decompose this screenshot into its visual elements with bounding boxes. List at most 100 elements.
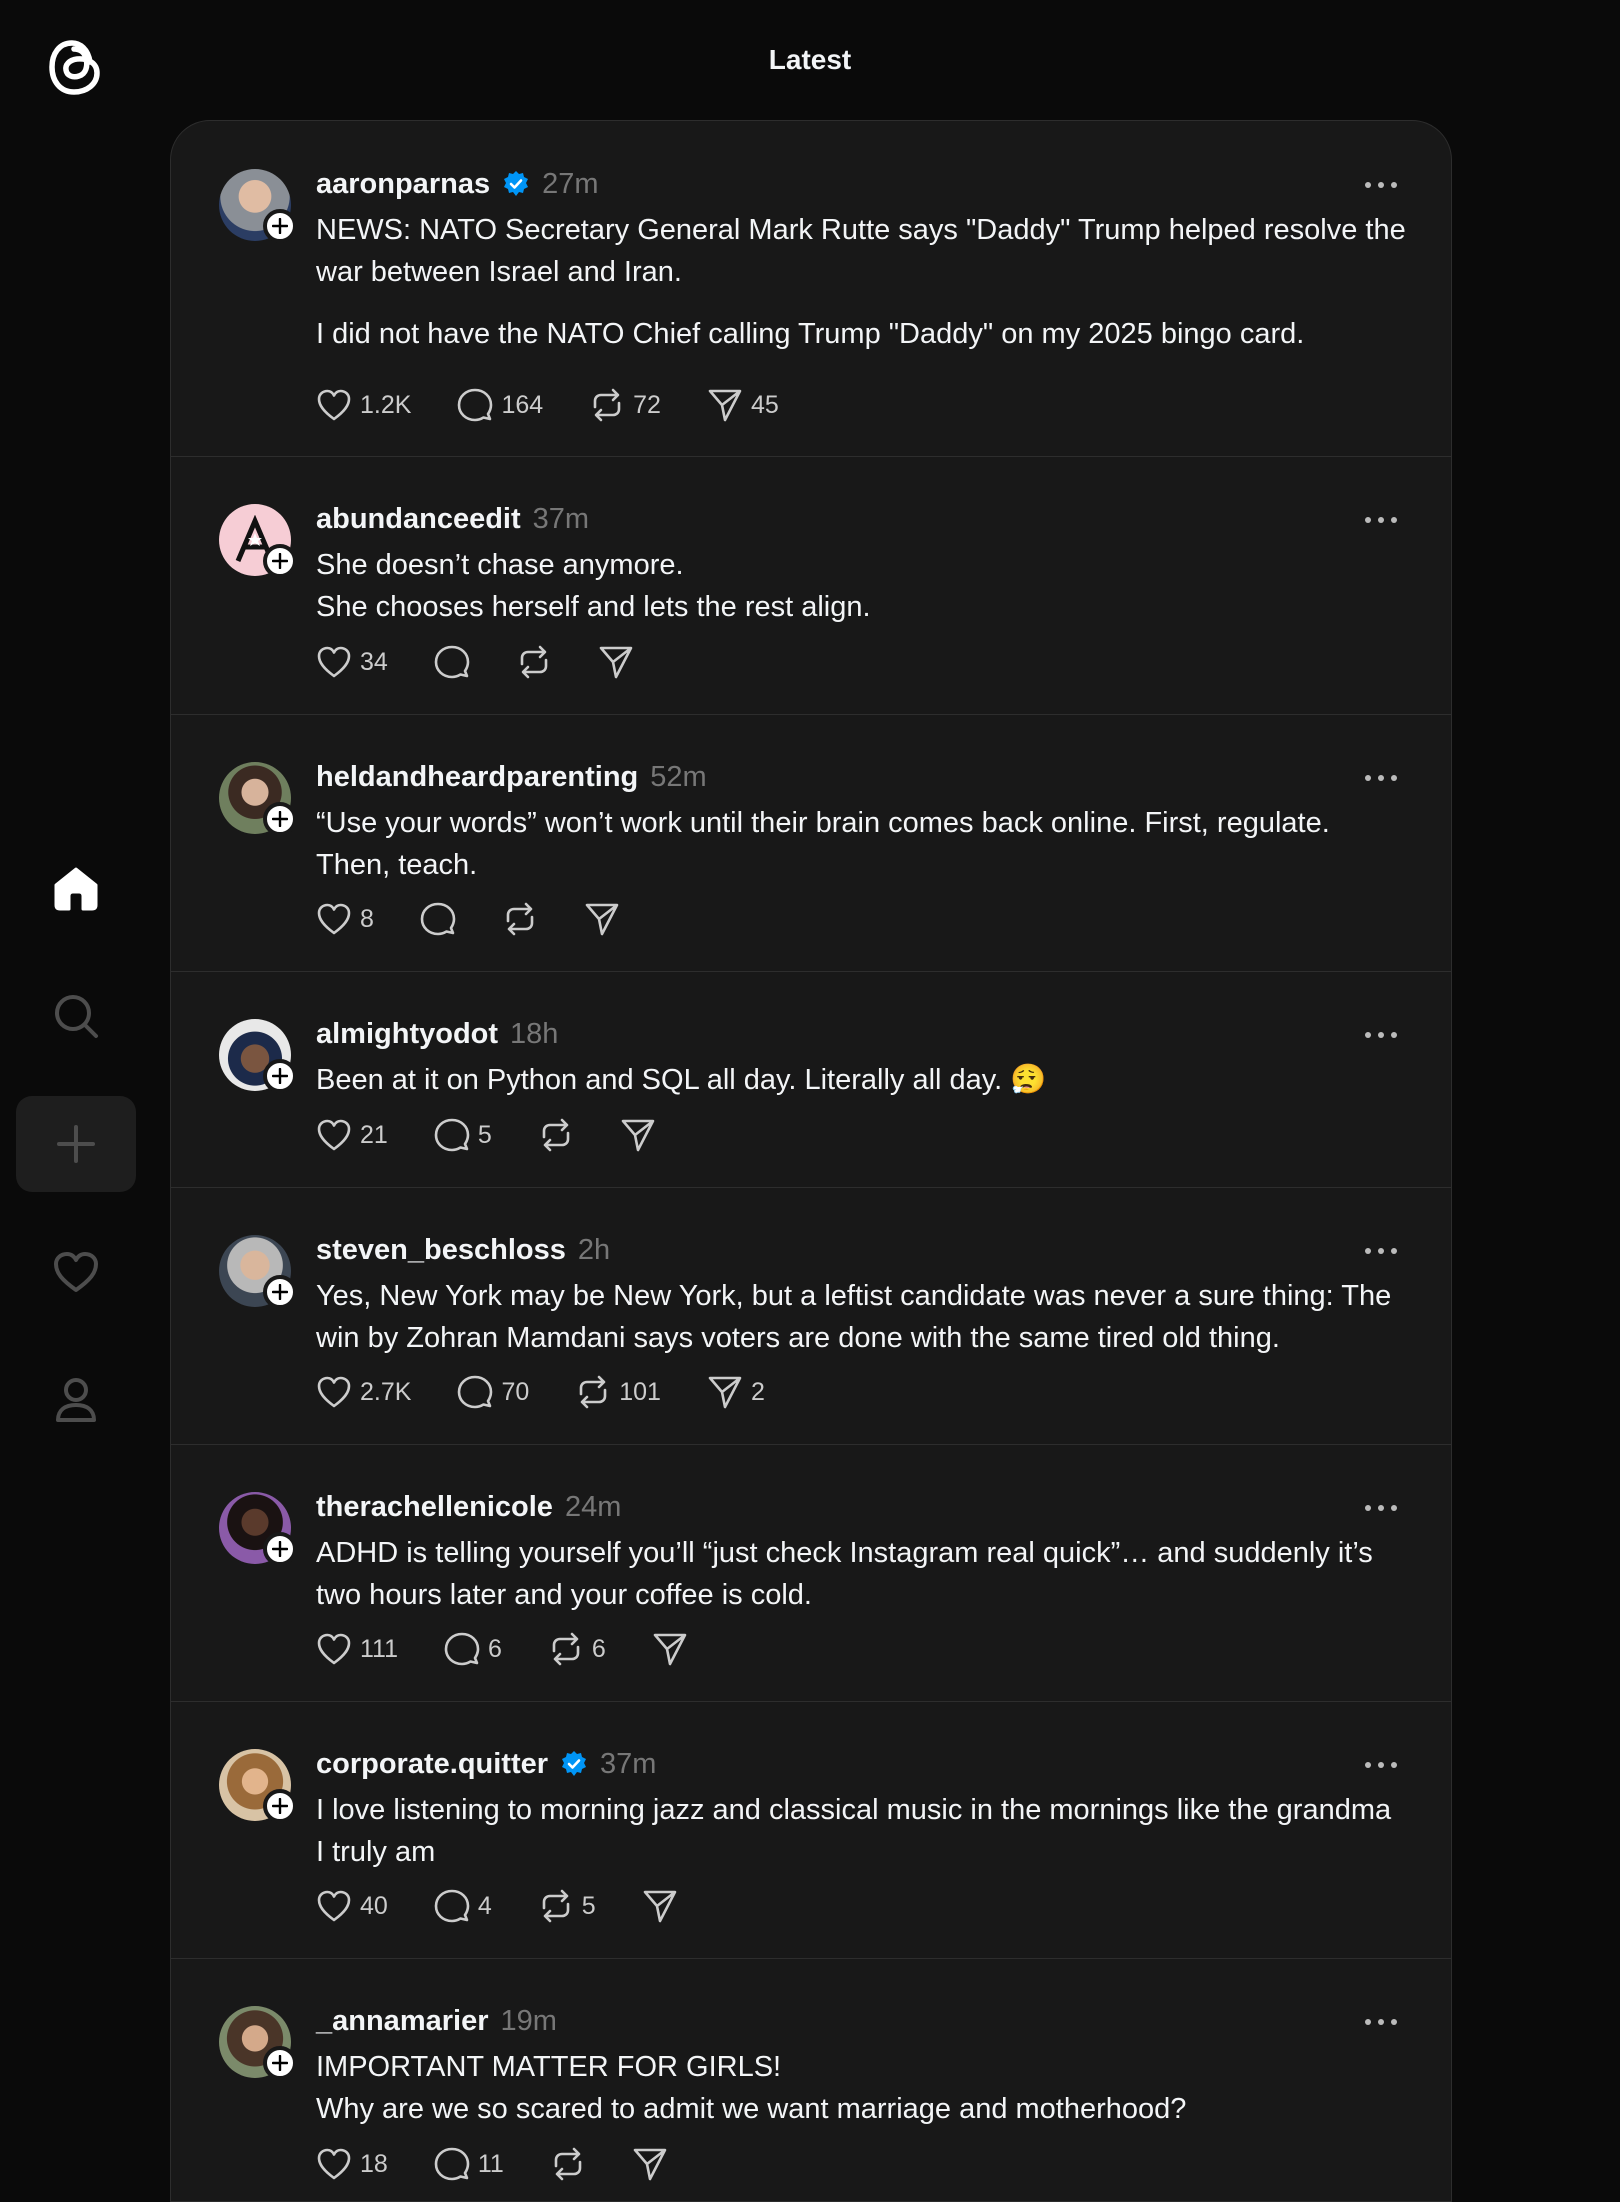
- username[interactable]: abundanceedit: [316, 503, 521, 536]
- like-button[interactable]: 34: [316, 642, 388, 682]
- heart-icon: [317, 646, 351, 678]
- post[interactable]: heldandheardparenting 52m “Use your word…: [171, 714, 1451, 972]
- reply-button[interactable]: 5: [434, 1115, 492, 1155]
- feed: aaronparnas 27m NEWS: NATO Secretary Gen…: [170, 120, 1452, 2202]
- share-button[interactable]: [632, 2144, 668, 2184]
- post-text: I did not have the NATO Chief calling Tr…: [316, 318, 1305, 350]
- like-button[interactable]: 40: [316, 1886, 388, 1926]
- post[interactable]: almightyodot 18h Been at it on Python an…: [171, 971, 1451, 1188]
- post-body: Yes, New York may be New York, but a lef…: [316, 1275, 1406, 1359]
- nav-search[interactable]: [16, 968, 136, 1064]
- like-button[interactable]: 2.7K: [316, 1372, 411, 1412]
- like-button[interactable]: 8: [316, 899, 374, 939]
- more-options-icon[interactable]: [1361, 768, 1401, 788]
- post[interactable]: abundanceedit 37m She doesn’t chase anym…: [171, 456, 1451, 715]
- share-button[interactable]: [642, 1886, 678, 1926]
- like-button[interactable]: 18: [316, 2144, 388, 2184]
- nav-activity[interactable]: [16, 1224, 136, 1320]
- username[interactable]: steven_beschloss: [316, 1234, 566, 1267]
- send-icon: [653, 1633, 687, 1666]
- follow-plus-icon[interactable]: [263, 209, 297, 243]
- repost-button[interactable]: 5: [538, 1886, 596, 1926]
- repost-icon: [593, 388, 621, 422]
- home-icon: [54, 867, 98, 911]
- follow-plus-icon[interactable]: [263, 544, 297, 578]
- share-button[interactable]: [652, 1629, 688, 1669]
- more-options-icon[interactable]: [1361, 175, 1401, 195]
- repost-icon: [554, 2147, 582, 2181]
- like-button[interactable]: 21: [316, 1115, 388, 1155]
- more-options-icon[interactable]: [1361, 1241, 1401, 1261]
- repost-button[interactable]: [550, 2144, 586, 2184]
- follow-plus-icon[interactable]: [263, 1532, 297, 1566]
- share-button[interactable]: [620, 1115, 656, 1155]
- username[interactable]: corporate.quitter: [316, 1748, 548, 1781]
- more-options-icon[interactable]: [1361, 1025, 1401, 1045]
- follow-plus-icon[interactable]: [263, 1275, 297, 1309]
- username[interactable]: almightyodot: [316, 1018, 498, 1051]
- repost-button[interactable]: 6: [548, 1629, 606, 1669]
- reply-button[interactable]: 4: [434, 1886, 492, 1926]
- repost-button[interactable]: [516, 642, 552, 682]
- follow-plus-icon[interactable]: [263, 1059, 297, 1093]
- more-options-icon[interactable]: [1361, 2012, 1401, 2032]
- post-actions: 18 11: [316, 2144, 714, 2184]
- follow-plus-icon[interactable]: [263, 2046, 297, 2080]
- follow-plus-icon[interactable]: [263, 1789, 297, 1823]
- repost-button[interactable]: 72: [589, 385, 661, 425]
- reply-count: 70: [501, 1377, 530, 1406]
- reply-count: 164: [501, 390, 544, 419]
- post-header: therachellenicole 24m: [316, 1487, 621, 1527]
- username[interactable]: aaronparnas: [316, 168, 490, 201]
- repost-button[interactable]: 101: [575, 1372, 661, 1412]
- post-actions: 34: [316, 642, 680, 682]
- username[interactable]: heldandheardparenting: [316, 761, 638, 794]
- post-actions: 111 6 6: [316, 1629, 734, 1669]
- username[interactable]: _annamarier: [316, 2005, 489, 2038]
- repost-count: 6: [591, 1634, 606, 1663]
- follow-plus-icon[interactable]: [263, 802, 297, 836]
- repost-button[interactable]: [502, 899, 538, 939]
- post[interactable]: therachellenicole 24m ADHD is telling yo…: [171, 1444, 1451, 1702]
- nav-home[interactable]: [16, 840, 136, 936]
- nav-profile[interactable]: [16, 1352, 136, 1448]
- post[interactable]: _annamarier 19m IMPORTANT MATTER FOR GIR…: [171, 1958, 1451, 2201]
- reply-button[interactable]: [420, 899, 456, 939]
- reply-button[interactable]: 70: [457, 1372, 529, 1412]
- post-text: ADHD is telling yourself you’ll “just ch…: [316, 1537, 1373, 1611]
- like-button[interactable]: 1.2K: [316, 385, 411, 425]
- more-options-icon[interactable]: [1361, 1755, 1401, 1775]
- like-count: 18: [360, 2149, 388, 2178]
- share-button[interactable]: [584, 899, 620, 939]
- post-text: Yes, New York may be New York, but a lef…: [316, 1280, 1392, 1354]
- verified-badge-icon: [502, 170, 530, 198]
- share-button[interactable]: [598, 642, 634, 682]
- share-count: 45: [750, 390, 779, 419]
- post-header: abundanceedit 37m: [316, 499, 589, 539]
- reply-button[interactable]: [434, 642, 470, 682]
- post[interactable]: aaronparnas 27m NEWS: NATO Secretary Gen…: [171, 121, 1451, 457]
- reply-button[interactable]: 11: [434, 2144, 504, 2184]
- username[interactable]: therachellenicole: [316, 1491, 553, 1524]
- share-button[interactable]: 2: [707, 1372, 765, 1412]
- post-text: I love listening to morning jazz and cla…: [316, 1794, 1392, 1868]
- reply-button[interactable]: 6: [444, 1629, 502, 1669]
- reply-button[interactable]: 164: [457, 385, 543, 425]
- heart-icon: [317, 903, 351, 935]
- post[interactable]: corporate.quitter 37m I love listening t…: [171, 1701, 1451, 1959]
- nav-create[interactable]: [16, 1096, 136, 1192]
- post[interactable]: steven_beschloss 2h Yes, New York may be…: [171, 1187, 1451, 1445]
- more-options-icon[interactable]: [1361, 510, 1401, 530]
- share-button[interactable]: 45: [707, 385, 779, 425]
- post-header: steven_beschloss 2h: [316, 1230, 610, 1270]
- post-text: “Use your words” won’t work until their …: [316, 807, 1330, 881]
- post-header: _annamarier 19m: [316, 2001, 557, 2041]
- heart-icon: [317, 2148, 351, 2180]
- repost-button[interactable]: [538, 1115, 574, 1155]
- page-title: Latest: [768, 44, 852, 75]
- more-options-icon[interactable]: [1361, 1498, 1401, 1518]
- post-time: 2h: [577, 1233, 611, 1266]
- post-time: 52m: [650, 760, 707, 793]
- like-button[interactable]: 111: [316, 1629, 398, 1669]
- post-actions: 40 4 5: [316, 1886, 724, 1926]
